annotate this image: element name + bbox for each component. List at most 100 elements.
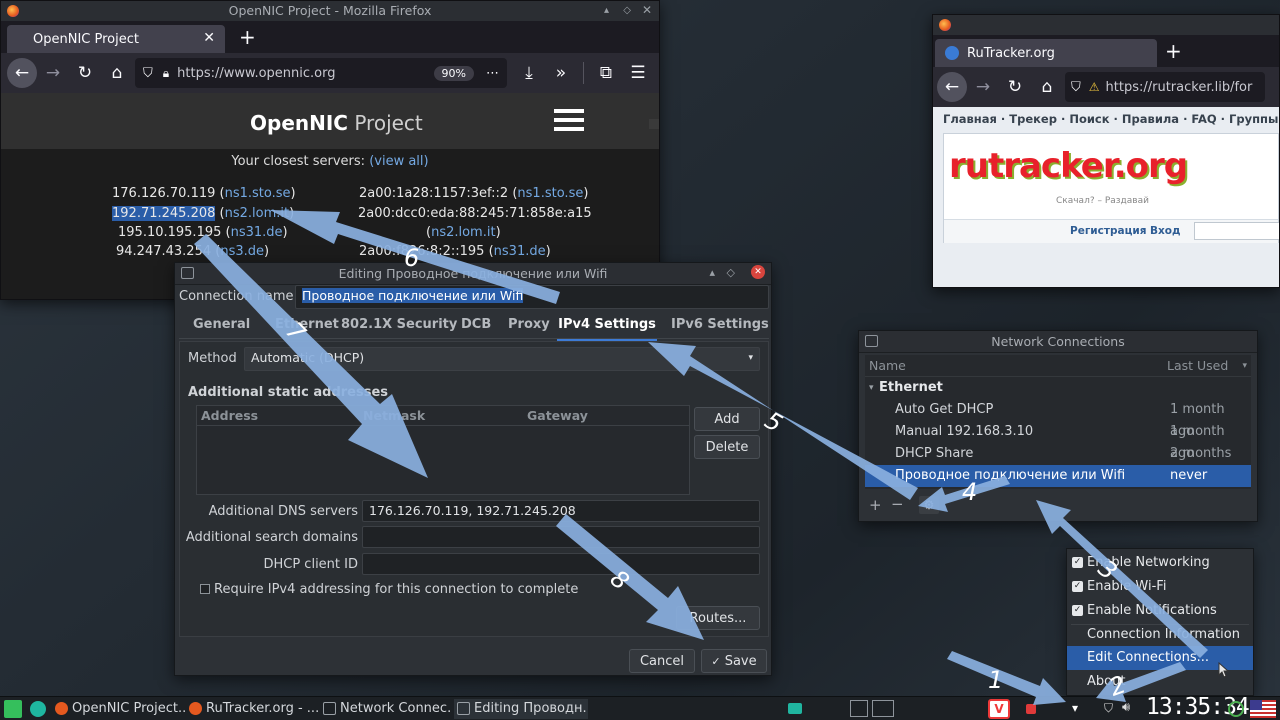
back-button[interactable]: ← <box>937 72 967 102</box>
new-tab-button[interactable]: + <box>1165 39 1182 63</box>
taskbar-item-opennic[interactable]: OpenNIC Project... <box>52 699 186 719</box>
menu-hamburger-icon[interactable]: ☰ <box>622 63 654 83</box>
shield-icon[interactable]: ⛉ <box>143 66 153 81</box>
firefox-logo-icon <box>7 5 19 17</box>
maximize-button[interactable]: ◇ <box>727 266 735 279</box>
status-green-icon[interactable] <box>1228 701 1244 717</box>
close-tab-icon[interactable]: ✕ <box>203 30 215 46</box>
workspace-2-icon[interactable] <box>872 700 894 717</box>
server-link[interactable]: ns31.de <box>494 244 546 259</box>
search-domains-field[interactable] <box>362 526 760 548</box>
add-connection-button[interactable]: + <box>869 496 882 514</box>
server-link[interactable]: ns2.lom.it <box>225 206 290 221</box>
add-button[interactable]: Add <box>694 407 760 431</box>
gear-icon[interactable]: ⚙ <box>919 496 939 514</box>
zoom-badge[interactable]: 90% <box>433 65 474 81</box>
forward-button[interactable]: → <box>37 63 69 83</box>
brand-bold: OpenNIC <box>250 111 348 135</box>
overflow-chevron-icon[interactable]: » <box>545 63 577 83</box>
tab-ipv6-settings[interactable]: IPv6 Settings <box>671 311 769 339</box>
static-addresses-table[interactable]: Address Netmask Gateway <box>196 405 690 495</box>
server-link[interactable]: ns2.lom.it <box>431 225 496 240</box>
list-item[interactable]: DHCP Share2 months ago <box>865 443 1251 483</box>
taskbar-item-editing[interactable]: Editing Проводн... <box>454 699 588 719</box>
vivaldi-icon[interactable]: V <box>988 699 1010 719</box>
column-name[interactable]: Name <box>869 355 906 377</box>
minimize-button[interactable]: ▴ <box>709 266 715 279</box>
launcher-icon[interactable] <box>30 701 46 717</box>
page-actions-icon[interactable]: ⋯ <box>486 66 499 81</box>
close-window-button[interactable]: ✕ <box>642 1 652 20</box>
url-text[interactable]: https://rutracker.lib/for <box>1106 80 1253 95</box>
new-tab-button[interactable]: + <box>239 25 256 49</box>
tab-proxy[interactable]: Proxy <box>508 311 550 339</box>
chat-icon[interactable] <box>788 703 802 714</box>
view-all-link[interactable]: (view all) <box>369 154 428 169</box>
server-link[interactable]: ns3.de <box>220 244 264 259</box>
tray-red-icon[interactable] <box>1026 704 1036 714</box>
column-last-used[interactable]: Last Used <box>1167 355 1228 377</box>
workspace-1-icon[interactable] <box>850 700 868 717</box>
extensions-icon[interactable]: ⧉ <box>590 63 622 83</box>
forward-button[interactable]: → <box>967 77 999 97</box>
routes-button[interactable]: Routes... <box>676 606 760 630</box>
checked-icon: ✓ <box>1072 605 1083 616</box>
url-bar[interactable]: ⛉ 🔒︎ https://www.opennic.org 90% ⋯ <box>135 58 507 88</box>
menu-item-enable-wifi[interactable]: ✓ Enable Wi-Fi <box>1067 575 1253 599</box>
reload-button[interactable]: ↻ <box>69 63 101 83</box>
taskbar-item-rutracker[interactable]: RuTracker.org - ... <box>186 699 318 719</box>
selected-ip[interactable]: 192.71.245.208 <box>112 206 216 221</box>
shield-tray-icon[interactable]: ⛉ <box>1104 701 1113 716</box>
tab-opennic[interactable]: OpenNIC Project ✕ <box>7 25 225 53</box>
taskbar-item-network-connections[interactable]: Network Connec... <box>320 699 452 719</box>
method-select[interactable]: Automatic (DHCP) ▾ <box>244 347 760 371</box>
list-item[interactable]: Manual 192.168.3.10 1 month ago <box>865 421 1251 461</box>
server-link[interactable]: ns1.sto.se <box>225 186 291 201</box>
column-gateway[interactable]: Gateway <box>527 406 588 426</box>
group-ethernet[interactable]: ▾ Ethernet <box>865 377 1251 399</box>
tab-rutracker[interactable]: RuTracker.org <box>935 39 1157 67</box>
remove-connection-button[interactable]: − <box>891 495 904 513</box>
close-window-button[interactable]: ✕ <box>751 265 765 279</box>
us-flag-icon[interactable] <box>1250 700 1276 718</box>
login-link[interactable]: Вход <box>1150 225 1180 237</box>
cancel-button[interactable]: Cancel <box>629 649 695 673</box>
minimize-button[interactable]: ▴ <box>604 1 609 21</box>
column-netmask[interactable]: Netmask <box>363 406 425 426</box>
dhcp-client-id-field[interactable] <box>362 553 760 575</box>
back-button[interactable]: ← <box>7 58 37 88</box>
tab-dcb[interactable]: DCB <box>461 311 491 339</box>
list-item[interactable]: Auto Get DHCP 1 month ago <box>865 399 1251 439</box>
home-icon[interactable]: ⌂ <box>1031 77 1063 97</box>
shield-icon[interactable]: ⛉ <box>1071 80 1081 95</box>
save-button[interactable]: ✓ Save <box>701 649 767 673</box>
reload-button[interactable]: ↻ <box>999 77 1031 97</box>
dns-servers-field[interactable]: 176.126.70.119, 192.71.245.208 <box>362 500 760 522</box>
register-link[interactable]: Регистрация <box>1070 225 1146 237</box>
list-item-selected[interactable]: Проводное подключение или Wifi never <box>865 465 1251 487</box>
tab-ipv4-settings[interactable]: IPv4 Settings <box>557 311 657 341</box>
rutracker-logo[interactable]: rutracker.org <box>949 146 1188 186</box>
page-scrollbar[interactable] <box>649 119 659 129</box>
server-link[interactable]: ns31.de <box>231 225 283 240</box>
volume-icon[interactable]: 🔊︎ <box>1122 700 1130 715</box>
site-nav[interactable]: Главная · Трекер · Поиск · Правила · FAQ… <box>943 112 1278 126</box>
column-address[interactable]: Address <box>201 406 258 426</box>
url-bar[interactable]: ⛉ ⚠ https://rutracker.lib/for <box>1065 72 1265 102</box>
login-input[interactable] <box>1194 222 1279 240</box>
menu-item-connection-information[interactable]: Connection Information <box>1067 623 1253 647</box>
tab-general[interactable]: General <box>193 311 250 339</box>
maximize-button[interactable]: ◇ <box>623 1 631 21</box>
site-menu-icon[interactable] <box>554 109 584 131</box>
downloads-icon[interactable]: ⤓ <box>513 63 545 83</box>
server-link[interactable]: ns1.sto.se <box>517 186 583 201</box>
connection-name-field[interactable]: Проводное подключение или Wifi <box>295 285 769 309</box>
home-icon[interactable]: ⌂ <box>101 63 133 83</box>
start-menu-icon[interactable] <box>4 700 22 718</box>
network-tray-icon[interactable]: ▾ <box>1072 701 1078 715</box>
tab-8021x-security[interactable]: 802.1X Security <box>341 311 457 339</box>
menu-item-enable-notifications[interactable]: ✓ Enable Notifications <box>1067 599 1253 623</box>
url-text[interactable]: https://www.opennic.org <box>177 66 335 81</box>
require-ipv4-checkbox[interactable] <box>200 584 210 594</box>
delete-button[interactable]: Delete <box>694 435 760 459</box>
